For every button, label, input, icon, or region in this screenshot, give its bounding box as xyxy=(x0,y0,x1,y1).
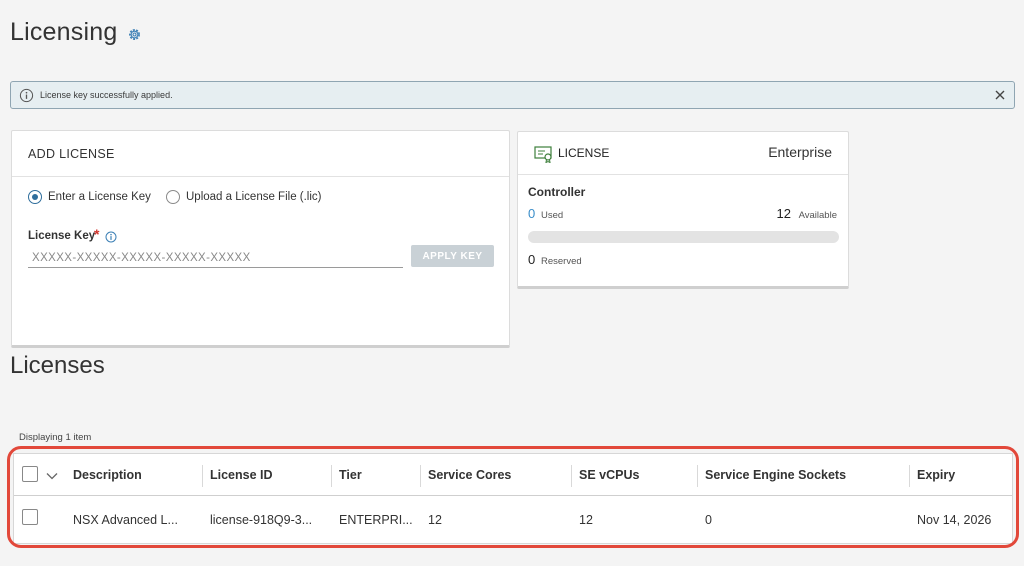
gear-icon[interactable] xyxy=(127,27,142,42)
alert-message: License key successfully applied. xyxy=(40,90,173,100)
table-highlight-outline xyxy=(7,446,1019,548)
page-title: Licensing xyxy=(10,18,118,46)
radio-selected-indicator xyxy=(28,190,42,204)
license-summary-card: LICENSE Enterprise Controller 0 Used 12 … xyxy=(517,131,849,289)
usage-progress-bar xyxy=(528,231,839,243)
radio-enter-license-key[interactable]: Enter a License Key xyxy=(28,190,151,204)
radio-upload-license-file[interactable]: Upload a License File (.lic) xyxy=(166,190,322,204)
license-summary-header: LICENSE Enterprise xyxy=(518,132,848,175)
close-icon[interactable] xyxy=(994,89,1006,101)
radio-label-enter-key: Enter a License Key xyxy=(48,191,151,203)
add-license-header: ADD LICENSE xyxy=(12,131,509,177)
radio-label-upload-file: Upload a License File (.lic) xyxy=(186,191,322,203)
available-count: 12 xyxy=(776,206,791,221)
license-tier: Enterprise xyxy=(768,144,832,160)
required-asterisk: * xyxy=(94,226,100,242)
info-icon[interactable] xyxy=(105,231,117,243)
reserved-label: Reserved xyxy=(541,256,582,267)
license-key-label: License Key xyxy=(28,230,96,242)
item-count-text: Displaying 1 item xyxy=(19,432,92,443)
license-key-input[interactable] xyxy=(28,248,403,268)
license-label: LICENSE xyxy=(558,146,610,160)
info-icon xyxy=(19,88,34,103)
used-count: 0 xyxy=(528,206,536,221)
controller-label: Controller xyxy=(528,185,586,199)
add-license-title: ADD LICENSE xyxy=(28,147,115,161)
apply-key-button[interactable]: APPLY KEY xyxy=(411,245,494,267)
certificate-icon xyxy=(534,146,552,163)
used-label: Used xyxy=(541,210,564,221)
add-license-card: ADD LICENSE Enter a License Key Upload a… xyxy=(11,130,510,348)
success-alert: License key successfully applied. xyxy=(10,81,1015,109)
reserved-count: 0 xyxy=(528,252,536,267)
licenses-section-title: Licenses xyxy=(10,352,105,379)
radio-unselected-indicator xyxy=(166,190,180,204)
available-label: Available xyxy=(798,210,837,221)
